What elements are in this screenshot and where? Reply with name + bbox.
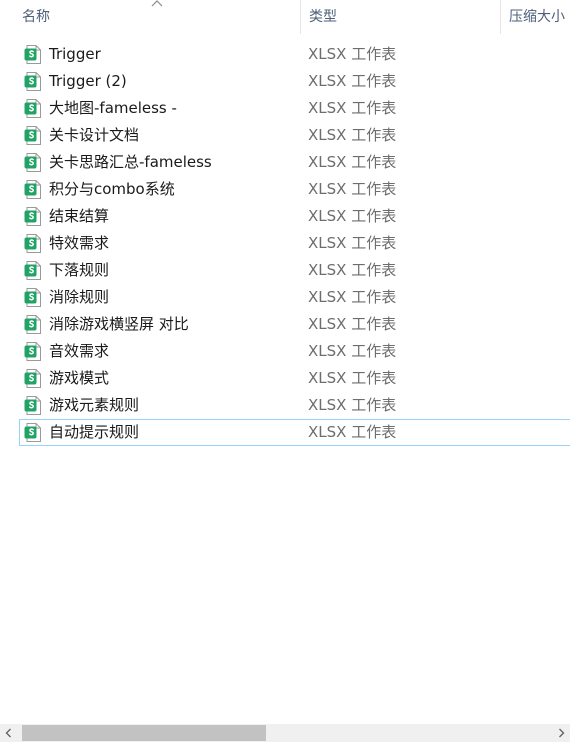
file-row[interactable]: 游戏元素规则 XLSX 工作表 (0, 392, 570, 419)
file-name: 关卡设计文档 (49, 126, 140, 144)
file-row[interactable]: Trigger XLSX 工作表 (0, 41, 570, 68)
file-type: XLSX 工作表 (308, 342, 397, 360)
spreadsheet-file-icon (24, 288, 42, 307)
file-list: Trigger XLSX 工作表 Trigger (2) XLSX 工作表 大地图-fa… (0, 41, 570, 446)
chevron-right-icon (552, 724, 570, 742)
horizontal-scrollbar[interactable] (0, 724, 570, 742)
column-header: 名称 类型 压缩大小 (0, 0, 570, 34)
file-row[interactable]: 消除游戏横竖屏 对比 XLSX 工作表 (0, 311, 570, 338)
spreadsheet-file-icon (24, 207, 42, 226)
file-name: 消除规则 (49, 288, 110, 306)
file-row[interactable]: 音效需求 XLSX 工作表 (0, 338, 570, 365)
file-name: 积分与combo系统 (49, 180, 175, 198)
file-type: XLSX 工作表 (308, 45, 397, 63)
spreadsheet-file-icon (24, 45, 42, 64)
file-row[interactable]: 消除规则 XLSX 工作表 (0, 284, 570, 311)
file-type: XLSX 工作表 (308, 207, 397, 225)
file-row[interactable]: 结束结算 XLSX 工作表 (0, 203, 570, 230)
file-name: 关卡思路汇总-fameless (49, 153, 212, 171)
file-type: XLSX 工作表 (308, 315, 397, 333)
file-row[interactable]: 自动提示规则 XLSX 工作表 (0, 419, 570, 446)
file-name: 下落规则 (49, 261, 110, 279)
file-row[interactable]: 特效需求 XLSX 工作表 (0, 230, 570, 257)
spreadsheet-file-icon (24, 126, 42, 145)
spreadsheet-file-icon (24, 153, 42, 172)
column-header-name[interactable]: 名称 (0, 0, 300, 34)
spreadsheet-file-icon (24, 234, 42, 253)
file-name: 游戏模式 (49, 369, 110, 387)
scroll-right-button[interactable] (552, 724, 570, 742)
scrollbar-thumb[interactable] (22, 725, 266, 741)
file-type: XLSX 工作表 (308, 423, 397, 441)
file-type: XLSX 工作表 (308, 180, 397, 198)
file-row[interactable]: 下落规则 XLSX 工作表 (0, 257, 570, 284)
chevron-left-icon (0, 724, 18, 742)
file-name: 大地图-fameless - (49, 99, 177, 117)
file-type: XLSX 工作表 (308, 396, 397, 414)
file-row[interactable]: Trigger (2) XLSX 工作表 (0, 68, 570, 95)
file-type: XLSX 工作表 (308, 126, 397, 144)
column-header-compressed-size[interactable]: 压缩大小 (500, 0, 570, 34)
file-name: 特效需求 (49, 234, 110, 252)
file-explorer-window: 名称 类型 压缩大小 Trigger XLSX 工作表 Trigger (2) XLS… (0, 0, 570, 742)
file-name: 消除游戏横竖屏 对比 (49, 315, 189, 333)
spreadsheet-file-icon (24, 99, 42, 118)
scroll-left-button[interactable] (0, 724, 18, 742)
file-row[interactable]: 积分与combo系统 XLSX 工作表 (0, 176, 570, 203)
file-type: XLSX 工作表 (308, 153, 397, 171)
file-name: Trigger (2) (49, 72, 127, 90)
spreadsheet-file-icon (24, 342, 42, 361)
spreadsheet-file-icon (24, 72, 42, 91)
file-name: Trigger (49, 45, 101, 63)
file-row[interactable]: 关卡思路汇总-fameless XLSX 工作表 (0, 149, 570, 176)
column-header-type[interactable]: 类型 (300, 0, 500, 34)
file-type: XLSX 工作表 (308, 369, 397, 387)
file-name: 音效需求 (49, 342, 110, 360)
sort-ascending-icon (151, 0, 163, 8)
spreadsheet-file-icon (24, 396, 42, 415)
spreadsheet-file-icon (24, 180, 42, 199)
file-type: XLSX 工作表 (308, 72, 397, 90)
file-name: 自动提示规则 (49, 423, 140, 441)
file-type: XLSX 工作表 (308, 261, 397, 279)
spreadsheet-file-icon (24, 315, 42, 334)
spreadsheet-file-icon (24, 423, 42, 442)
file-name: 结束结算 (49, 207, 110, 225)
file-row[interactable]: 大地图-fameless - XLSX 工作表 (0, 95, 570, 122)
file-type: XLSX 工作表 (308, 234, 397, 252)
file-row[interactable]: 关卡设计文档 XLSX 工作表 (0, 122, 570, 149)
file-row[interactable]: 游戏模式 XLSX 工作表 (0, 365, 570, 392)
file-name: 游戏元素规则 (49, 396, 140, 414)
spreadsheet-file-icon (24, 261, 42, 280)
spreadsheet-file-icon (24, 369, 42, 388)
file-type: XLSX 工作表 (308, 99, 397, 117)
file-type: XLSX 工作表 (308, 288, 397, 306)
